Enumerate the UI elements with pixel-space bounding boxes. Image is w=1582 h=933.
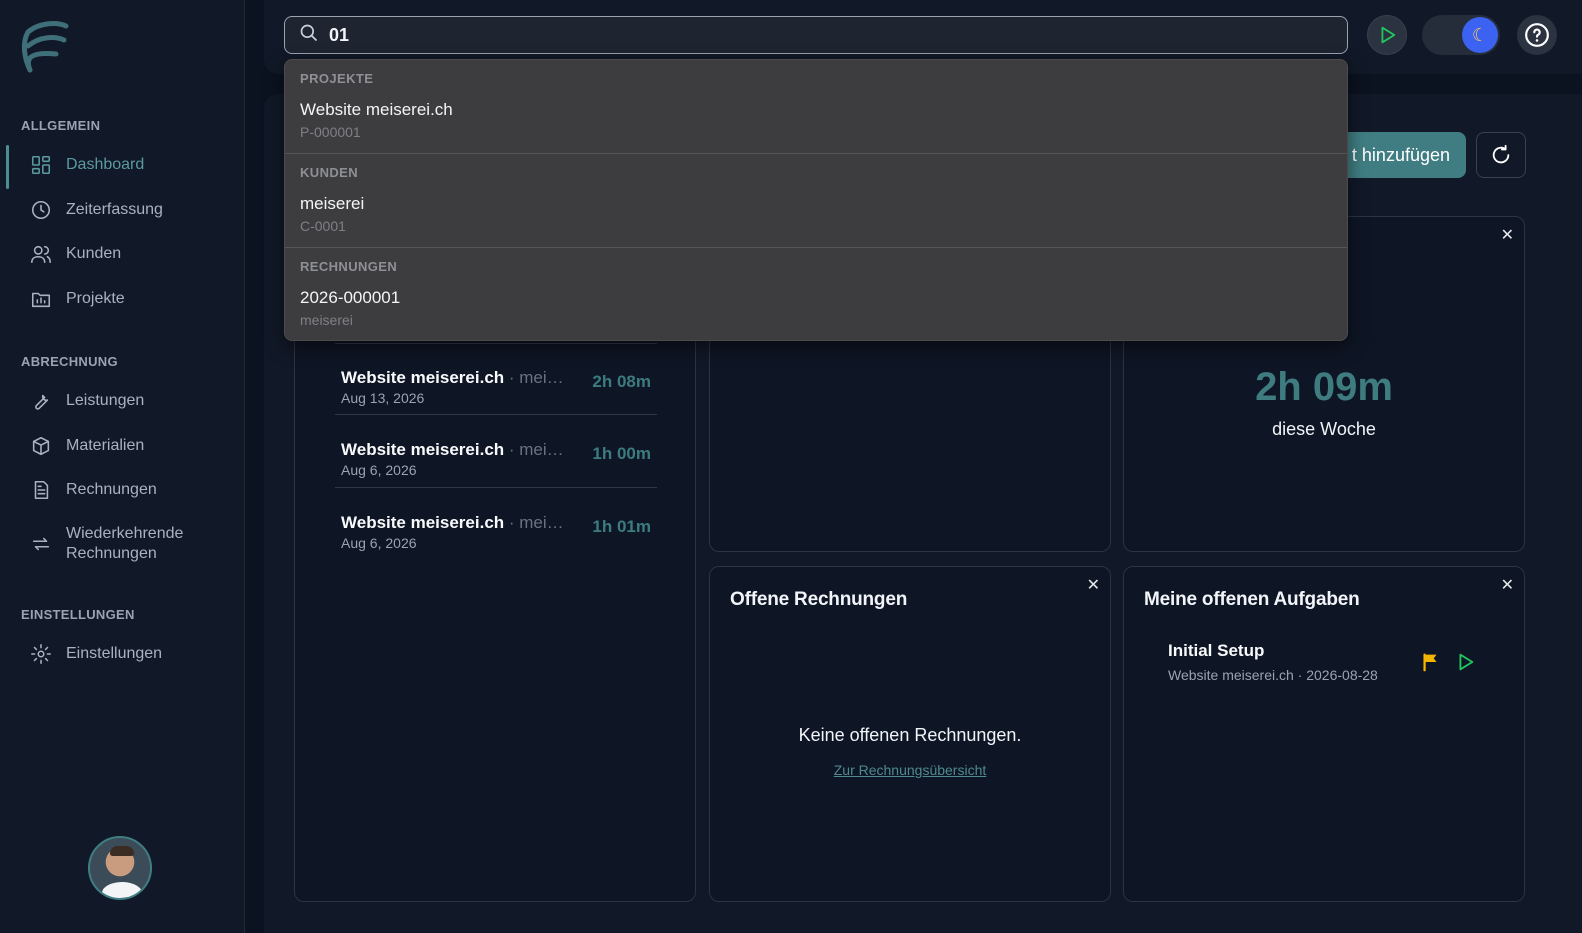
card-title: Offene Rechnungen [730, 589, 908, 610]
search-input[interactable] [329, 24, 1229, 46]
search-result-item[interactable]: Website meiserei.ch P-000001 [300, 100, 453, 140]
flag-icon[interactable] [1420, 651, 1442, 673]
result-subtitle: meiserei [300, 312, 353, 328]
task-subtitle: Website meiserei.ch · 2026-08-28 [1168, 667, 1378, 683]
help-icon [1525, 23, 1549, 47]
refresh-icon [1492, 144, 1510, 164]
repeat-icon [30, 533, 52, 555]
open-invoices-card: ✕ Offene Rechnungen Keine offenen Rechnu… [709, 566, 1111, 902]
theme-toggle[interactable]: ☾ [1422, 15, 1500, 55]
entry-client: · mei… [508, 440, 564, 459]
entry-date: Aug 6, 2026 [341, 535, 417, 551]
users-icon [30, 243, 52, 265]
gear-icon [30, 643, 52, 665]
close-icon[interactable]: ✕ [1501, 575, 1514, 595]
start-timer-button[interactable] [1367, 15, 1407, 55]
close-icon[interactable]: ✕ [1501, 225, 1514, 245]
entry-duration: 1h 00m [592, 444, 651, 463]
week-duration: 2h 09m [1255, 365, 1393, 409]
sidebar-item-projekte[interactable]: Projekte [8, 279, 233, 319]
result-subtitle: C-0001 [300, 218, 346, 234]
nav-section-einstellungen: Einstellungen [21, 607, 135, 622]
sidebar-item-leistungen[interactable]: Leistungen [8, 381, 233, 421]
entry-duration: 1h 01m [592, 517, 651, 536]
entry-client: · mei… [508, 368, 564, 387]
nav-section-allgemein: Allgemein [21, 118, 101, 133]
sidebar-item-wiederkehrende-rechnungen[interactable]: Wiederkehrende Rechnungen [8, 516, 208, 572]
entry-project: Website meiserei.ch [341, 368, 505, 387]
sidebar-item-label: Einstellungen [66, 645, 163, 662]
result-title: 2026-000001 [300, 288, 401, 307]
sidebar-item-zeiterfassung[interactable]: Zeiterfassung [8, 190, 233, 230]
search-result-item[interactable]: 2026-000001 meiserei [300, 288, 400, 328]
entry-project: Website meiserei.ch [341, 513, 505, 532]
search-result-item[interactable]: meiserei C-0001 [300, 194, 364, 234]
document-icon [30, 479, 52, 501]
result-title: Website meiserei.ch [300, 100, 453, 119]
result-subtitle: P-000001 [300, 124, 361, 140]
refresh-button[interactable] [1476, 132, 1526, 178]
sidebar-item-label: Projekte [66, 290, 125, 307]
invoice-overview-link[interactable]: Zur Rechnungsübersicht [710, 762, 1110, 778]
sidebar-item-label: Kunden [66, 245, 122, 262]
clock-icon [30, 199, 52, 221]
nav-section-abrechnung: Abrechnung [21, 354, 118, 369]
search-bar[interactable] [284, 16, 1348, 54]
week-label: diese Woche [1272, 419, 1376, 439]
sidebar-item-materialien[interactable]: Materialien [8, 426, 233, 466]
sidebar-item-label: Rechnungen [66, 481, 157, 498]
result-group-kunden: KUNDEN meiserei C-0001 [285, 154, 1347, 248]
entry-project: Website meiserei.ch [341, 440, 505, 459]
group-label: RECHNUNGEN [300, 259, 398, 274]
help-button[interactable] [1517, 15, 1557, 55]
open-tasks-card: ✕ Meine offenen Aufgaben Initial Setup W… [1123, 566, 1525, 902]
sidebar-item-label: Materialien [66, 437, 145, 454]
sidebar-item-label: Wiederkehrende Rechnungen [66, 525, 184, 562]
play-icon [1381, 26, 1396, 44]
search-results-dropdown: PROJEKTE Website meiserei.ch P-000001 KU… [284, 59, 1348, 341]
play-icon[interactable] [1454, 651, 1476, 673]
list-item[interactable]: Website meiserei.ch · mei… Aug 6, 2026 1… [335, 489, 657, 561]
result-title: meiserei [300, 194, 365, 213]
folder-chart-icon [30, 288, 52, 310]
moon-icon: ☾ [1462, 17, 1498, 53]
entry-duration: 2h 08m [592, 372, 651, 391]
box-icon [30, 435, 52, 457]
sidebar: Allgemein Dashboard Zeiterfassung Kunden… [0, 0, 245, 933]
sidebar-item-label: Dashboard [66, 156, 145, 173]
sidebar-item-kunden[interactable]: Kunden [8, 234, 233, 274]
entry-date: Aug 6, 2026 [341, 462, 417, 478]
list-item[interactable]: Website meiserei.ch · mei… Aug 13, 2026 … [335, 343, 657, 415]
task-item[interactable]: Initial Setup Website meiserei.ch · 2026… [1168, 641, 1378, 683]
sidebar-item-label: Zeiterfassung [66, 201, 163, 218]
empty-message: Keine offenen Rechnungen. [798, 725, 1022, 745]
sidebar-item-dashboard[interactable]: Dashboard [6, 145, 233, 189]
group-label: KUNDEN [300, 165, 359, 180]
close-icon[interactable]: ✕ [1087, 575, 1100, 595]
search-icon [299, 23, 319, 48]
avatar[interactable] [88, 836, 152, 900]
list-item[interactable]: Website meiserei.ch · mei… Aug 6, 2026 1… [335, 416, 657, 488]
group-label: PROJEKTE [300, 71, 374, 86]
dashboard-icon [30, 154, 52, 176]
result-group-rechnungen: RECHNUNGEN 2026-000001 meiserei [285, 248, 1347, 340]
entry-date: Aug 13, 2026 [341, 390, 425, 406]
wrench-icon [30, 390, 52, 412]
sidebar-item-label: Leistungen [66, 392, 145, 409]
result-group-projekte: PROJEKTE Website meiserei.ch P-000001 [285, 60, 1347, 154]
task-title: Initial Setup [1168, 641, 1265, 660]
card-title: Meine offenen Aufgaben [1144, 589, 1360, 610]
entry-client: · mei… [508, 513, 564, 532]
app-logo-icon[interactable] [20, 18, 70, 76]
sidebar-item-rechnungen[interactable]: Rechnungen [8, 470, 233, 510]
sidebar-item-einstellungen[interactable]: Einstellungen [8, 634, 233, 674]
